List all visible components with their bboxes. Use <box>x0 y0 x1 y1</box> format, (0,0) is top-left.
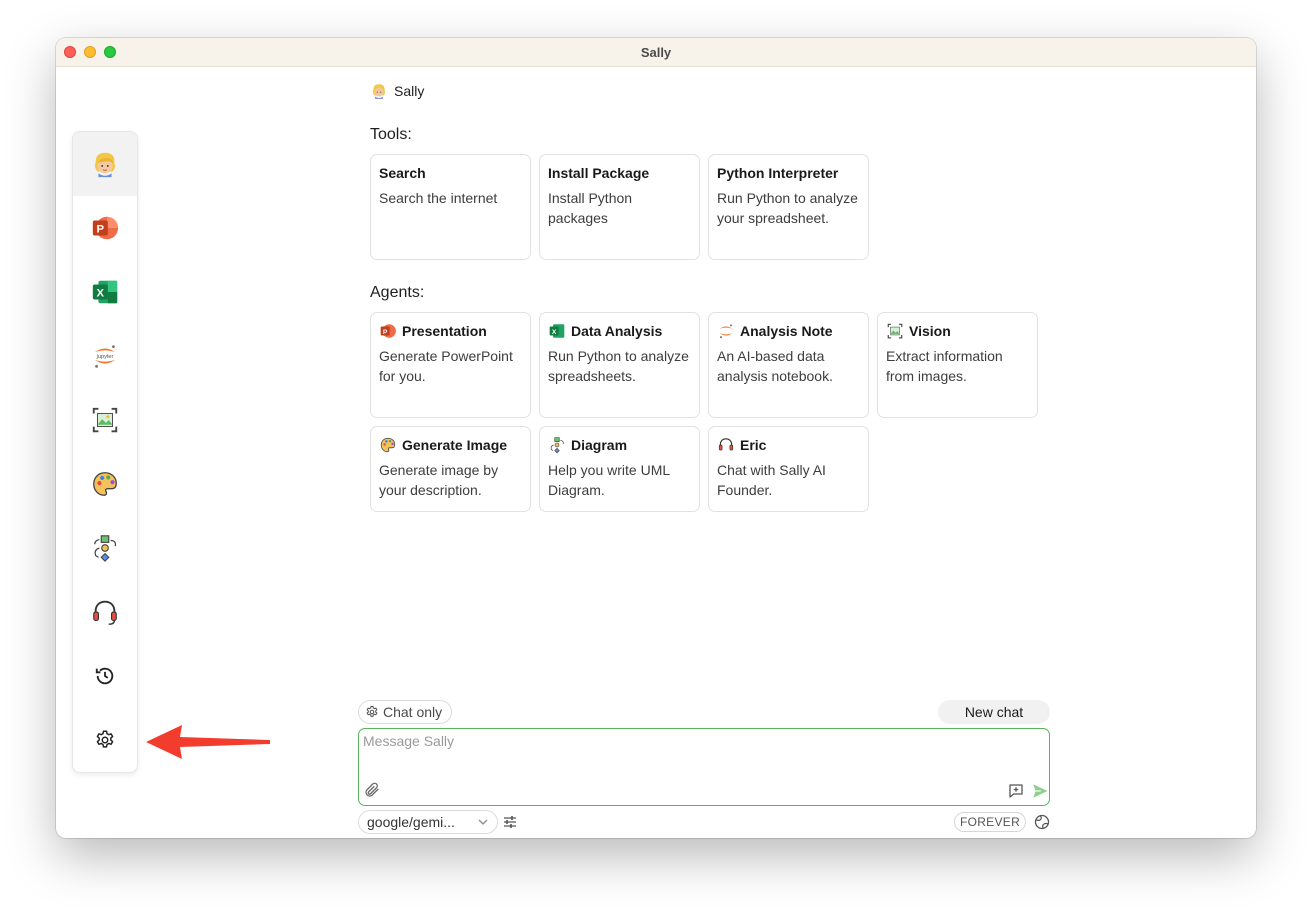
sidebar-item-generate-image[interactable] <box>73 452 137 516</box>
new-chat-button[interactable]: New chat <box>938 700 1050 724</box>
svg-text:X: X <box>552 329 557 336</box>
agent-card-vision[interactable]: Vision Extract information from images. <box>877 312 1038 418</box>
diagram-icon <box>94 535 117 562</box>
palette-icon <box>380 437 396 453</box>
maximize-window-button[interactable] <box>104 46 116 58</box>
card-description: Extract information from images. <box>886 348 1003 384</box>
card-description: Chat with Sally AI Founder. <box>717 462 826 498</box>
agents-label: Agents: <box>370 284 425 301</box>
minimize-window-button[interactable] <box>84 46 96 58</box>
svg-text:X: X <box>97 288 105 300</box>
sally-face-icon <box>95 152 115 178</box>
excel-icon: X <box>549 324 565 338</box>
globe-icon[interactable] <box>1034 814 1050 830</box>
window-title: Sally <box>640 44 672 60</box>
card-title: Vision <box>909 323 951 339</box>
chat-only-toggle[interactable]: Chat only <box>358 700 453 724</box>
message-box <box>358 728 1050 806</box>
agent-card-presentation[interactable]: P Presentation Generate PowerPoint for y… <box>370 312 531 418</box>
window-controls <box>64 46 116 58</box>
card-title: Install Package <box>548 165 650 181</box>
card-title: Python Interpreter <box>717 165 839 181</box>
add-note-icon[interactable] <box>1007 782 1025 800</box>
jupyter-icon <box>719 324 733 339</box>
card-title: Search <box>379 165 426 181</box>
agent-sidebar: P X jupyter <box>72 131 138 773</box>
sidebar-item-data-analysis[interactable]: X <box>73 260 137 324</box>
palette-icon <box>93 472 117 496</box>
tool-card-search[interactable]: Search Search the internet <box>370 154 531 260</box>
card-title: Analysis Note <box>740 323 833 339</box>
model-select-value: google/gemi... <box>367 814 455 830</box>
headset-icon <box>718 438 734 451</box>
gear-icon <box>366 705 378 717</box>
sally-face-icon <box>373 84 385 99</box>
card-description: Run Python to analyze spreadsheets. <box>548 348 689 384</box>
svg-text:P: P <box>97 224 105 236</box>
card-description: Search the internet <box>379 190 498 206</box>
message-input[interactable] <box>363 733 1003 777</box>
card-description: Generate image by your description. <box>379 462 499 498</box>
vision-scan-icon <box>92 407 118 433</box>
card-description: Run Python to analyze your spreadsheet. <box>717 190 858 226</box>
close-window-button[interactable] <box>64 46 76 58</box>
card-description: An AI-based data analysis notebook. <box>717 348 833 384</box>
sidebar-item-analysis-note[interactable]: jupyter <box>73 324 137 388</box>
card-description: Generate PowerPoint for you. <box>379 348 513 384</box>
agent-card-eric[interactable]: Eric Chat with Sally AI Founder. <box>708 426 869 512</box>
powerpoint-icon: P <box>92 216 119 240</box>
sidebar-item-vision[interactable] <box>73 388 137 452</box>
card-title: Generate Image <box>402 437 508 453</box>
tool-card-python-interpreter[interactable]: Python Interpreter Run Python to analyze… <box>708 154 869 260</box>
gear-icon <box>96 730 114 748</box>
card-title: Diagram <box>571 437 628 453</box>
tools-label: Tools: <box>370 126 412 143</box>
agent-card-data-analysis[interactable]: X Data Analysis Run Python to analyze sp… <box>539 312 700 418</box>
app-window: Sally P X jupyter Sally Tools: Search Se… <box>56 38 1256 838</box>
paperclip-icon[interactable] <box>363 781 381 799</box>
agent-card-diagram[interactable]: Diagram Help you write UML Diagram. <box>539 426 700 512</box>
retention-badge[interactable]: FOREVER <box>954 812 1026 832</box>
agent-card-analysis-note[interactable]: Analysis Note An AI-based data analysis … <box>708 312 869 418</box>
card-description: Install Python packages <box>548 190 633 226</box>
diagram-icon <box>550 437 564 454</box>
sliders-icon[interactable] <box>502 814 518 830</box>
card-description: Help you write UML Diagram. <box>548 462 670 498</box>
send-icon[interactable] <box>1031 782 1049 800</box>
tool-card-install-package[interactable]: Install Package Install Python packages <box>539 154 700 260</box>
history-icon <box>95 667 114 685</box>
card-title: Data Analysis <box>571 323 663 339</box>
sidebar-item-diagram[interactable] <box>73 516 137 580</box>
agent-card-generate-image[interactable]: Generate Image Generate image by your de… <box>370 426 531 512</box>
sidebar-item-history[interactable] <box>73 644 137 708</box>
chat-only-label: Chat only <box>383 704 443 720</box>
headset-icon <box>93 600 117 625</box>
card-title: Eric <box>740 437 767 453</box>
sidebar-item-sally[interactable] <box>73 132 137 196</box>
agent-header: Sally <box>370 82 424 100</box>
vision-scan-icon <box>887 323 903 339</box>
card-title: Presentation <box>402 323 487 339</box>
chevron-down-icon <box>478 819 488 825</box>
jupyter-icon: jupyter <box>94 345 116 368</box>
title-bar: Sally <box>56 38 1256 67</box>
sidebar-item-eric[interactable] <box>73 580 137 644</box>
svg-text:jupyter: jupyter <box>96 354 114 360</box>
agent-name: Sally <box>394 83 425 99</box>
powerpoint-icon: P <box>380 324 396 338</box>
annotation-arrow-icon <box>146 725 270 759</box>
sidebar-item-presentation[interactable]: P <box>73 196 137 260</box>
excel-icon: X <box>92 280 118 304</box>
model-select[interactable]: google/gemi... <box>358 810 498 834</box>
svg-text:P: P <box>383 329 388 336</box>
